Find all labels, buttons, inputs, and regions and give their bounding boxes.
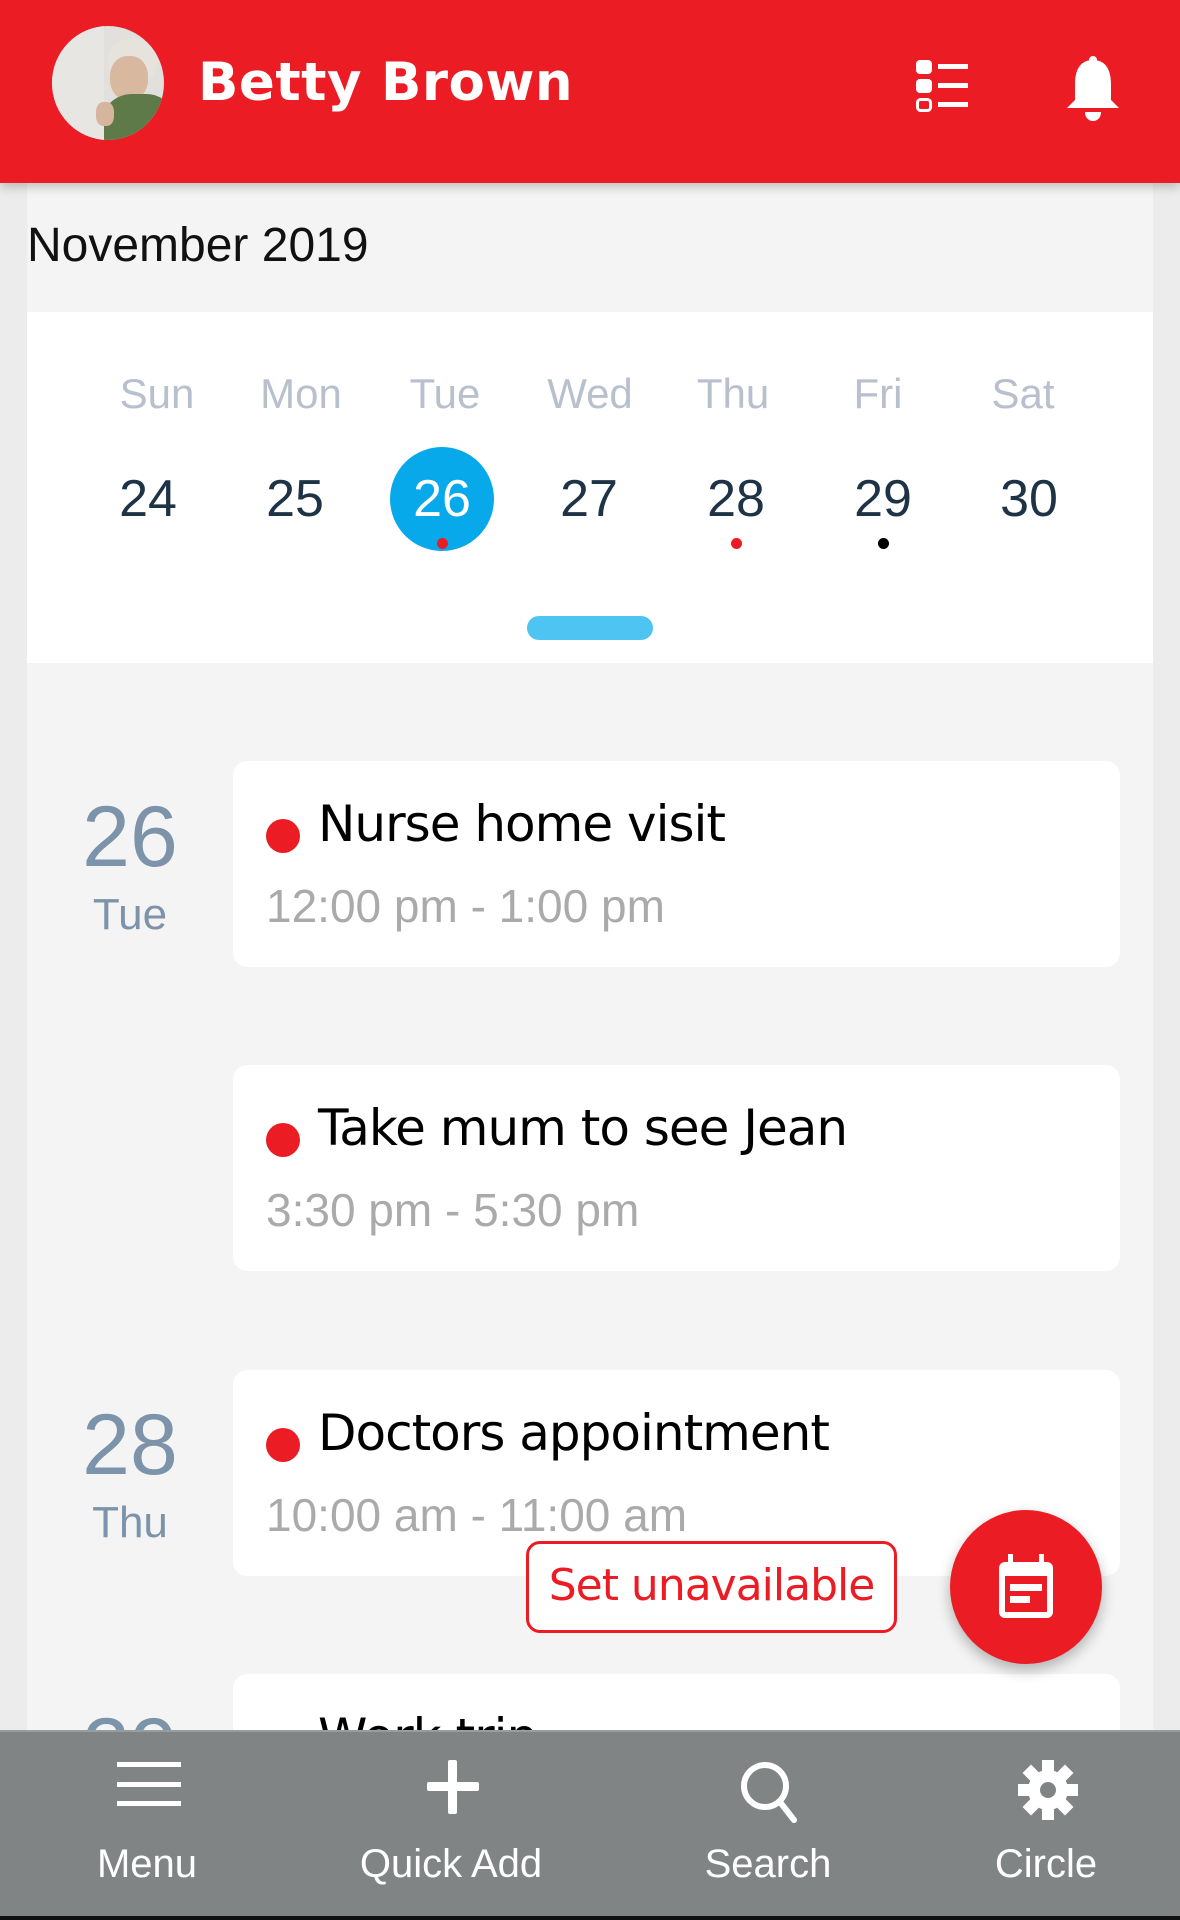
- month-label: November 2019: [27, 219, 369, 272]
- nav-label: Quick Add: [359, 1842, 543, 1886]
- agenda-day-number: 28: [82, 1397, 178, 1493]
- search-icon: [741, 1762, 797, 1823]
- day-cell[interactable]: 24: [96, 447, 200, 551]
- nav-label: Search: [704, 1842, 832, 1886]
- checklist-icon[interactable]: [916, 54, 976, 118]
- set-unavailable-button[interactable]: Set unavailable: [526, 1541, 897, 1633]
- weekday-label: Sat: [991, 370, 1055, 417]
- agenda-day-name: Thu: [92, 1498, 168, 1547]
- event-time: 3:30 pm - 5:30 pm: [266, 1184, 640, 1236]
- screen-edge: [0, 1916, 1180, 1920]
- event-indicator-dot: [878, 538, 889, 549]
- event-card[interactable]: Take mum to see Jean 3:30 pm - 5:30 pm: [233, 1065, 1120, 1271]
- event-card[interactable]: Nurse home visit 12:00 pm - 1:00 pm: [233, 761, 1120, 967]
- nav-label: Circle: [994, 1842, 1098, 1886]
- weekday-label: Sun: [119, 370, 195, 417]
- event-time: 12:00 pm - 1:00 pm: [266, 880, 665, 932]
- plus-icon: [427, 1760, 479, 1814]
- event-indicator-dot: [731, 538, 742, 549]
- page-title: Betty Brown: [198, 52, 574, 113]
- day-cell-selected[interactable]: 26: [390, 447, 494, 551]
- agenda-day-number: 26: [82, 789, 178, 885]
- week-calendar: Sun Mon Tue Wed Thu Fri Sat 24 25 26 27 …: [27, 312, 1153, 663]
- event-indicator-dot: [437, 538, 448, 549]
- day-cell[interactable]: 25: [243, 447, 347, 551]
- day-cell[interactable]: 28: [684, 447, 788, 551]
- event-title: Nurse home visit: [318, 795, 726, 853]
- event-status-dot: [266, 1123, 300, 1157]
- event-title: Take mum to see Jean: [318, 1099, 848, 1157]
- agenda-day-name: Tue: [92, 890, 168, 939]
- nav-menu[interactable]: Menu: [22, 1732, 272, 1920]
- nav-circle[interactable]: Circle: [921, 1732, 1171, 1920]
- event-title: Doctors appointment: [318, 1404, 830, 1462]
- event-time: 10:00 am - 11:00 am: [266, 1489, 688, 1541]
- event-status-dot: [266, 1428, 300, 1462]
- calendar-icon: [999, 1554, 1053, 1618]
- nav-search[interactable]: Search: [643, 1732, 893, 1920]
- avatar[interactable]: [52, 26, 164, 140]
- weekday-label: Thu: [696, 370, 770, 417]
- event-status-dot: [266, 819, 300, 853]
- weekday-label: Tue: [409, 370, 481, 417]
- day-cell[interactable]: 27: [537, 447, 641, 551]
- weekday-label: Mon: [260, 370, 342, 417]
- day-cell[interactable]: 30: [977, 447, 1081, 551]
- app-header: Betty Brown: [0, 0, 1180, 183]
- weekday-label: Fri: [853, 370, 903, 417]
- nav-quick-add[interactable]: Quick Add: [326, 1732, 576, 1920]
- calendar-expand-handle[interactable]: [527, 616, 653, 640]
- day-cell[interactable]: 29: [831, 447, 935, 551]
- calendar-fab-button[interactable]: [950, 1510, 1102, 1664]
- menu-icon: [117, 1762, 181, 1806]
- bottom-nav: Menu Quick Add Search Circle: [0, 1730, 1180, 1920]
- nav-label: Menu: [96, 1842, 198, 1886]
- weekday-label: Wed: [547, 370, 633, 417]
- gear-icon: [1018, 1760, 1078, 1820]
- bell-icon[interactable]: [1063, 54, 1123, 121]
